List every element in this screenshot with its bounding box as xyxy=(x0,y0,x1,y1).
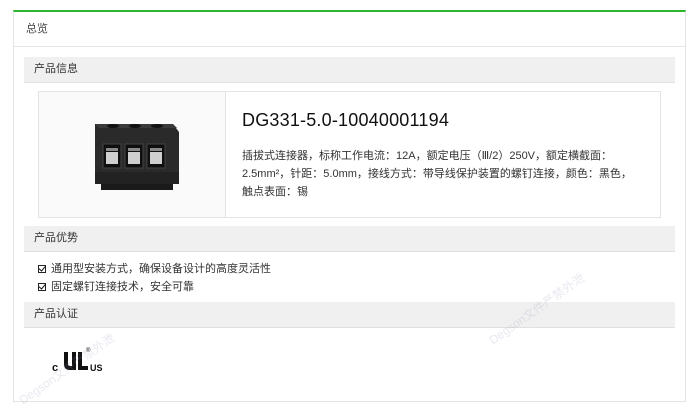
overview-panel: 总览 产品信息 DG331-5.0-10040001194 插拔式连接器，标称工… xyxy=(13,10,686,402)
advantages-list: 通用型安装方式，确保设备设计的高度灵活性 固定螺钉连接技术，安全可靠 xyxy=(14,252,685,302)
terminal-block-image xyxy=(95,123,179,190)
product-description: 插拔式连接器，标称工作电流：12A，额定电压（Ⅲ/2）250V，额定横截面：2.… xyxy=(242,150,632,198)
cul-us-certification-logo: c US ® xyxy=(52,344,122,381)
certification-area: c US ® xyxy=(14,328,685,388)
section-header-advantages: 产品优势 xyxy=(24,226,675,252)
section-header-certification: 产品认证 xyxy=(24,302,675,328)
svg-text:®: ® xyxy=(86,347,91,354)
product-model: DG331-5.0-10040001194 xyxy=(242,110,450,130)
svg-text:c: c xyxy=(52,362,58,374)
product-image xyxy=(39,92,226,217)
advantage-text: 通用型安装方式，确保设备设计的高度灵活性 xyxy=(51,263,271,275)
checkbox-checked-icon xyxy=(38,283,46,291)
advantage-item: 通用型安装方式，确保设备设计的高度灵活性 xyxy=(38,260,685,278)
advantage-text: 固定螺钉连接技术，安全可靠 xyxy=(51,281,194,293)
product-card: DG331-5.0-10040001194 插拔式连接器，标称工作电流：12A，… xyxy=(38,91,661,218)
advantage-item: 固定螺钉连接技术，安全可靠 xyxy=(38,278,685,296)
svg-text:US: US xyxy=(90,363,103,373)
product-details: DG331-5.0-10040001194 插拔式连接器，标称工作电流：12A，… xyxy=(226,92,660,217)
checkbox-checked-icon xyxy=(38,265,46,273)
section-header-product-info: 产品信息 xyxy=(24,57,675,83)
tab-overview[interactable]: 总览 xyxy=(14,12,685,47)
